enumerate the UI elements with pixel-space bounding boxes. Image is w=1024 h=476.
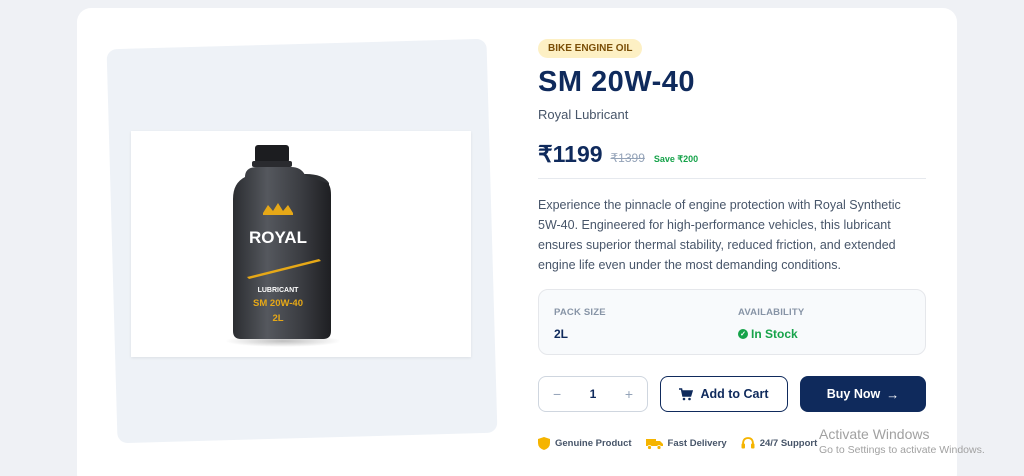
add-to-cart-label: Add to Cart <box>700 387 769 401</box>
headset-icon <box>741 437 755 449</box>
current-price: ₹1199 <box>538 141 603 167</box>
arrow-right-icon: → <box>886 386 900 402</box>
spec-availability: AVAILABILITY ✓ In Stock <box>738 307 804 341</box>
product-description: Experience the pinnacle of engine protec… <box>538 198 901 272</box>
bottle-line-grade: SM 20W-40 <box>253 298 303 309</box>
availability-text: In Stock <box>751 327 798 341</box>
bottle-line-lubricant: LUBRICANT <box>258 287 300 294</box>
price-row: ₹1199 ₹1399 Save ₹200 <box>538 141 698 168</box>
specs-panel: PACK SIZE 2L AVAILABILITY ✓ In Stock <box>538 289 926 355</box>
truck-icon <box>645 438 663 450</box>
feature-genuine: Genuine Product <box>538 437 632 450</box>
feature-support: 24/7 Support <box>741 437 818 450</box>
shield-icon <box>538 437 550 450</box>
feature-delivery-label: Fast Delivery <box>667 438 727 449</box>
product-brand: Royal Lubricant <box>538 107 629 122</box>
bottle-line-volume: 2L <box>272 313 283 324</box>
feature-genuine-label: Genuine Product <box>555 438 632 449</box>
product-image: ROYAL LUBRICANT SM 20W-40 2L <box>131 131 471 357</box>
feature-list: Genuine Product Fast Delivery 24/7 Suppo… <box>538 437 831 450</box>
watermark-title: Activate Windows <box>819 426 930 442</box>
quantity-value[interactable]: 1 <box>590 387 597 401</box>
add-to-cart-button[interactable]: Add to Cart <box>660 376 788 412</box>
oil-bottle-image: ROYAL LUBRICANT SM 20W-40 2L <box>225 145 341 347</box>
bottle-brand-text: ROYAL <box>249 228 307 247</box>
cart-icon <box>679 387 694 400</box>
availability-label: AVAILABILITY <box>738 307 805 318</box>
feature-delivery: Fast Delivery <box>645 438 727 450</box>
activate-windows-watermark: Activate Windows Go to Settings to activ… <box>819 426 985 456</box>
pack-size-value: 2L <box>554 327 569 341</box>
quantity-stepper[interactable]: − 1 + <box>538 376 648 412</box>
buy-now-button[interactable]: Buy Now → <box>800 376 926 412</box>
category-badge: BIKE ENGINE OIL <box>538 39 643 58</box>
watermark-subtitle: Go to Settings to activate Windows. <box>819 444 985 456</box>
availability-value: ✓ In Stock <box>738 327 804 341</box>
increment-button[interactable]: + <box>625 386 633 402</box>
pack-size-label: PACK SIZE <box>554 307 606 318</box>
buy-now-label: Buy Now <box>826 387 881 401</box>
original-price: ₹1399 <box>610 151 645 165</box>
divider <box>538 178 926 179</box>
savings-label: Save ₹200 <box>653 154 699 164</box>
product-title: SM 20W-40 <box>538 66 696 98</box>
feature-support-label: 24/7 Support <box>759 438 818 449</box>
spec-pack-size: PACK SIZE 2L <box>554 307 606 341</box>
check-circle-icon: ✓ <box>738 329 748 339</box>
decrement-button[interactable]: − <box>553 386 561 402</box>
